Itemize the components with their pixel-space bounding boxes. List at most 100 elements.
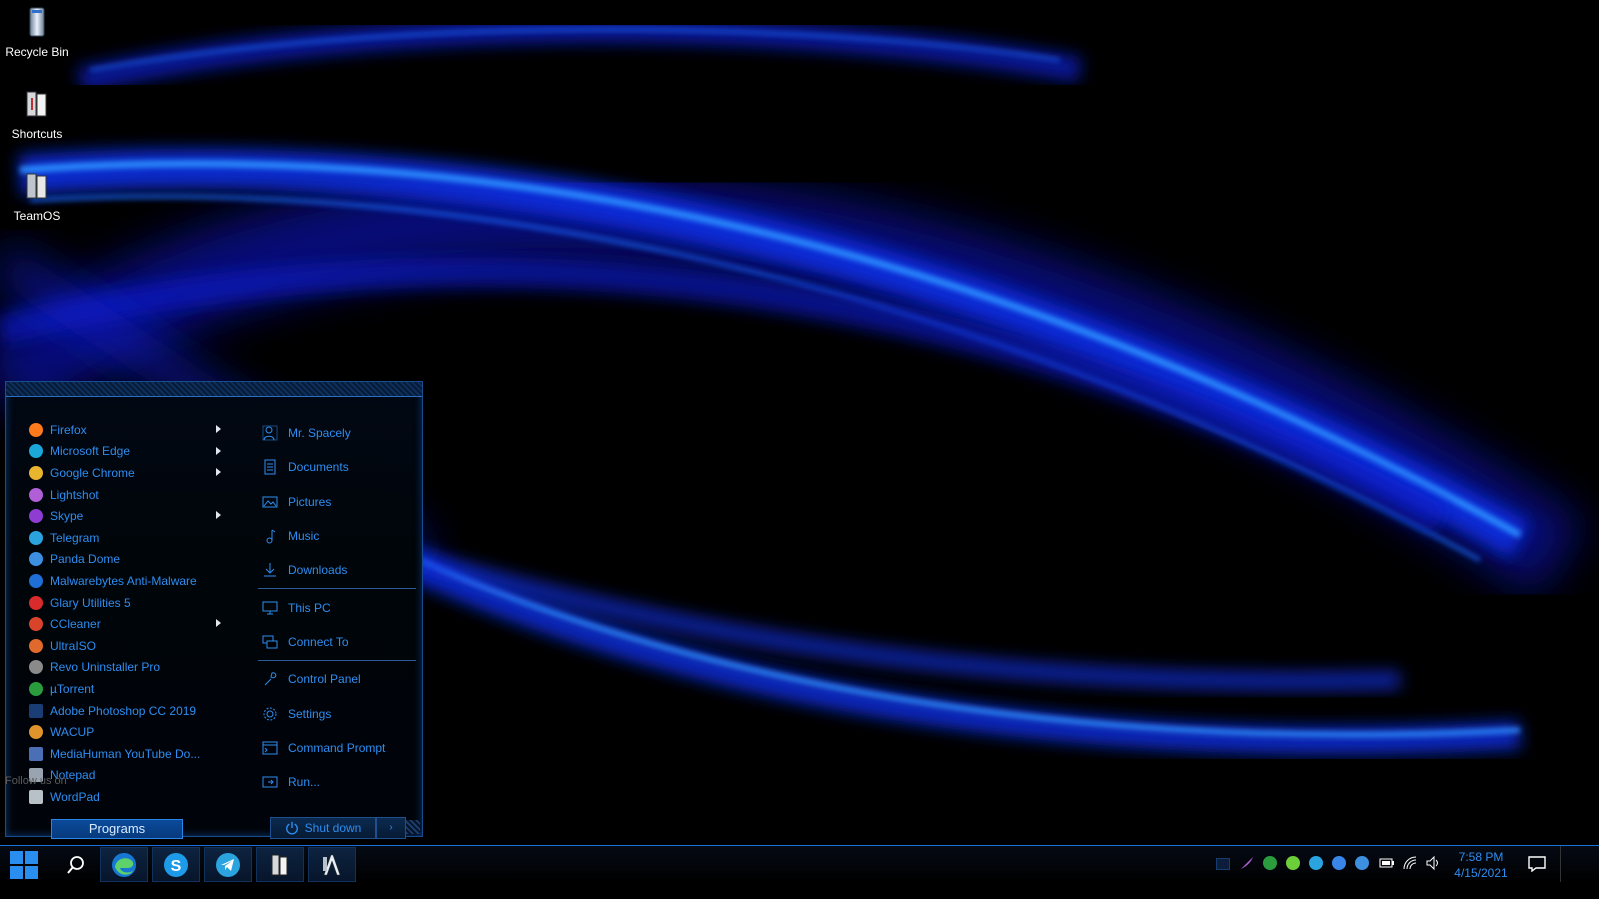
place-item-settings[interactable]: Settings xyxy=(258,696,416,730)
tray-wifi-icon[interactable] xyxy=(1401,854,1419,872)
program-item[interactable]: Glary Utilities 5 xyxy=(26,592,236,614)
follow-us-text: Follow us on xyxy=(5,775,67,787)
tray-battery-icon[interactable] xyxy=(1378,854,1396,872)
wordpad-icon xyxy=(29,789,43,804)
tray-volume-icon[interactable] xyxy=(1424,854,1442,872)
recycle-bin-icon xyxy=(29,7,45,37)
submenu-arrow-icon xyxy=(216,468,221,477)
network-icon xyxy=(262,635,278,649)
tray-checkmark-icon[interactable] xyxy=(1284,854,1302,872)
taskbar-shortcuts-button[interactable] xyxy=(256,847,304,882)
taskbar-wordpad-button[interactable] xyxy=(308,847,356,882)
place-item-this-pc[interactable]: This PC xyxy=(258,590,416,624)
edge-icon xyxy=(29,444,43,459)
edge-icon xyxy=(112,852,136,877)
program-item[interactable]: CCleaner xyxy=(26,613,236,635)
glary-icon xyxy=(29,595,43,610)
volume-icon xyxy=(1426,855,1438,871)
power-icon xyxy=(285,821,298,835)
shutdown-label: Shut down xyxy=(304,821,362,835)
place-label: Command Prompt xyxy=(288,740,386,755)
recycle-bin-desktop-icon[interactable]: Recycle Bin xyxy=(0,6,74,59)
documents-icon xyxy=(264,459,276,475)
submenu-arrow-icon xyxy=(216,425,221,433)
program-item[interactable]: Skype xyxy=(26,505,236,527)
show-hidden-icons-button[interactable] xyxy=(1216,858,1230,870)
submenu-arrow-icon xyxy=(216,511,221,520)
taskbar-edge-button[interactable] xyxy=(100,847,148,882)
program-label: µTorrent xyxy=(50,681,95,696)
place-item-mr-spacely[interactable]: Mr. Spacely xyxy=(258,416,416,450)
programs-button[interactable]: Programs xyxy=(51,819,183,839)
place-item-run[interactable]: Run... xyxy=(258,765,416,799)
tray-telegram-icon[interactable] xyxy=(1307,854,1325,872)
skype-icon: S xyxy=(164,852,188,877)
panda-icon xyxy=(29,552,43,567)
battery-icon xyxy=(1379,858,1394,868)
tray-lightshot-icon[interactable] xyxy=(1238,854,1256,872)
wrench-icon xyxy=(264,672,277,686)
teamos-desktop-icon[interactable]: TeamOS xyxy=(0,170,74,223)
program-label: CCleaner xyxy=(50,617,101,632)
search-button[interactable] xyxy=(52,847,100,882)
program-item[interactable]: UltraISO xyxy=(26,635,236,657)
shortcuts-desktop-icon[interactable]: Shortcuts xyxy=(0,88,74,141)
action-center-button[interactable] xyxy=(1522,851,1552,877)
taskbar-skype-button[interactable]: S xyxy=(152,847,200,882)
program-item[interactable]: µTorrent xyxy=(26,678,236,700)
program-label: Revo Uninstaller Pro xyxy=(50,660,161,675)
place-item-connect-to[interactable]: Connect To xyxy=(258,625,416,659)
tray-malwarebytes-icon[interactable] xyxy=(1330,854,1348,872)
program-item[interactable]: Google Chrome xyxy=(26,462,236,484)
places-list: Mr. Spacely Documents Pictures Music Downloa… xyxy=(258,416,416,799)
windows-logo-icon xyxy=(10,850,38,879)
terminal-icon xyxy=(262,741,278,755)
clock[interactable]: 7:58 PM 4/15/2021 xyxy=(1446,849,1516,881)
place-label: Pictures xyxy=(288,494,332,509)
program-item[interactable]: WACUP xyxy=(26,721,236,743)
place-label: This PC xyxy=(288,600,331,615)
shutdown-button[interactable]: Shut down xyxy=(270,817,376,839)
program-item[interactable]: Adobe Photoshop CC 2019 xyxy=(26,700,236,722)
place-item-documents[interactable]: Documents xyxy=(258,450,416,484)
chrome-icon xyxy=(29,465,43,480)
place-item-music[interactable]: Music xyxy=(258,519,416,553)
computer-icon xyxy=(262,601,278,615)
program-item[interactable]: Microsoft Edge xyxy=(26,441,236,463)
shutdown-options-button[interactable]: › xyxy=(376,817,406,839)
program-item[interactable]: MediaHuman YouTube Do... xyxy=(26,743,236,765)
program-item[interactable]: Revo Uninstaller Pro xyxy=(26,657,236,679)
malwarebytes-icon xyxy=(1332,856,1346,870)
notification-icon xyxy=(1528,856,1546,872)
place-item-downloads[interactable]: Downloads xyxy=(258,553,416,587)
search-icon xyxy=(67,855,84,874)
clock-time: 7:58 PM xyxy=(1458,850,1504,864)
recycle-bin-label: Recycle Bin xyxy=(5,45,69,59)
place-label: Downloads xyxy=(288,563,348,578)
program-item[interactable]: Malwarebytes Anti-Malware xyxy=(26,570,236,592)
start-button[interactable] xyxy=(0,847,48,882)
show-desktop-button[interactable] xyxy=(1560,846,1567,883)
teamos-label: TeamOS xyxy=(13,209,61,223)
separator xyxy=(258,660,416,662)
ccleaner-icon xyxy=(29,617,43,632)
place-item-pictures[interactable]: Pictures xyxy=(258,485,416,519)
program-label: Adobe Photoshop CC 2019 xyxy=(50,703,197,718)
program-label: WACUP xyxy=(50,725,95,740)
shortcuts-icon xyxy=(271,854,288,875)
place-item-command-prompt[interactable]: Command Prompt xyxy=(258,731,416,765)
place-item-control-panel[interactable]: Control Panel xyxy=(258,662,416,696)
tray-utorrent-icon[interactable] xyxy=(1261,854,1279,872)
program-item[interactable]: Lightshot xyxy=(26,484,236,506)
resize-grip[interactable] xyxy=(406,820,420,834)
program-item[interactable]: Firefox xyxy=(26,419,236,441)
program-label: Malwarebytes Anti-Malware xyxy=(50,573,197,588)
program-item[interactable]: Panda Dome xyxy=(26,549,236,571)
program-item[interactable]: Telegram xyxy=(26,527,236,549)
program-label: UltraISO xyxy=(50,638,97,653)
gear-icon xyxy=(263,707,277,721)
tray-panda-icon[interactable] xyxy=(1353,854,1371,872)
taskbar-telegram-button[interactable] xyxy=(204,847,252,882)
svg-text:S: S xyxy=(171,858,182,875)
program-item[interactable]: WordPad xyxy=(26,786,236,808)
